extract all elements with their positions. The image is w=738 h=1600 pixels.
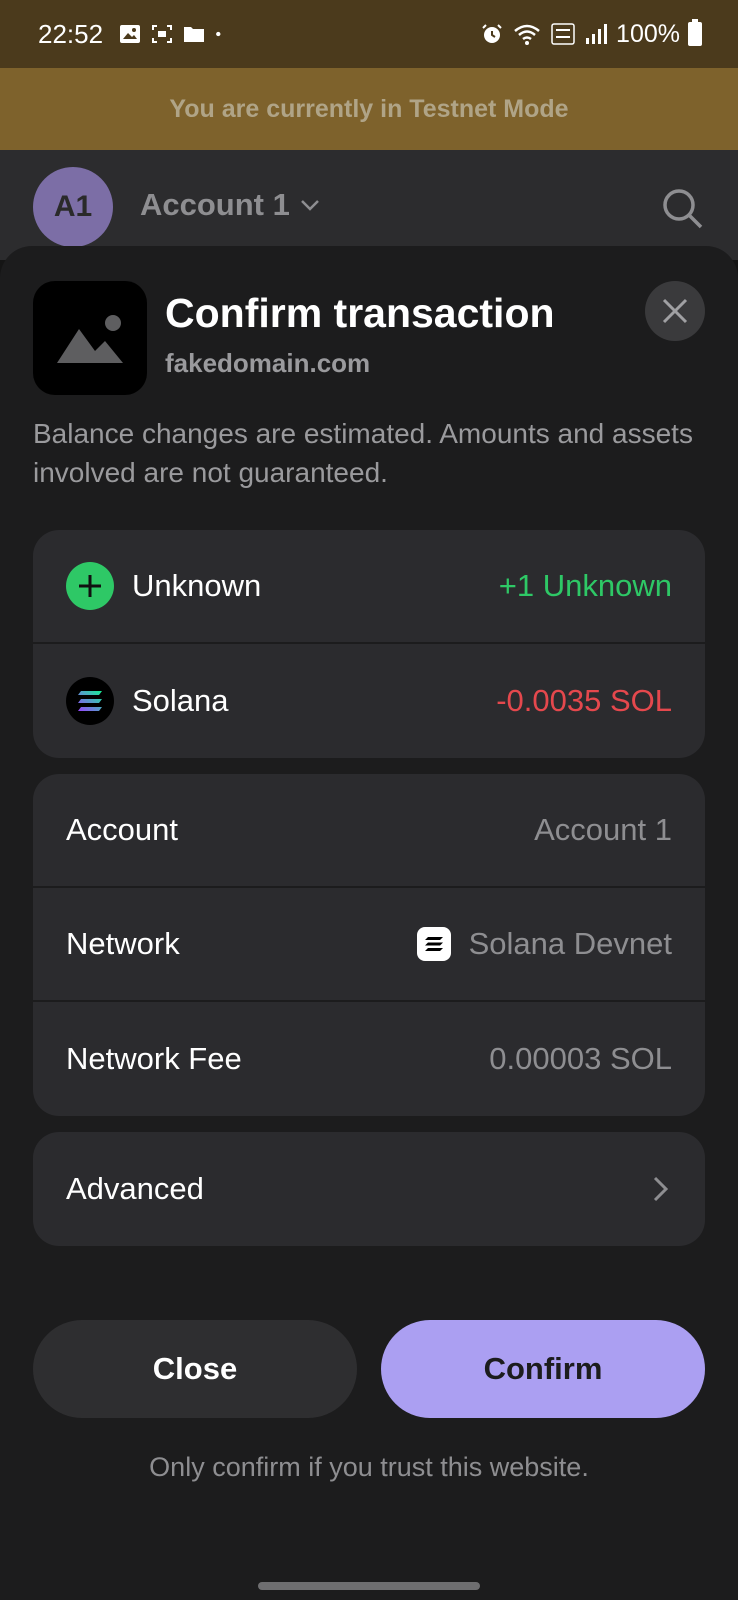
account-name: Account 1 bbox=[140, 187, 290, 222]
testnet-banner: You are currently in Testnet Mode bbox=[0, 68, 738, 150]
volte-icon bbox=[551, 23, 575, 45]
confirm-button[interactable]: Confirm bbox=[381, 1320, 705, 1418]
battery-icon bbox=[688, 19, 702, 46]
balance-changes-card: Unknown +1 Unknown Solana -0.0035 SOL bbox=[33, 530, 705, 758]
image-icon bbox=[120, 25, 141, 43]
balance-change-label: Unknown bbox=[66, 562, 261, 610]
balance-change-row: Solana -0.0035 SOL bbox=[33, 644, 705, 758]
detail-row-account: Account Account 1 bbox=[33, 774, 705, 888]
confirm-transaction-sheet: Confirm transaction fakedomain.com Balan… bbox=[0, 246, 738, 1600]
alarm-icon bbox=[482, 24, 502, 43]
close-icon bbox=[662, 298, 688, 324]
detail-label: Account bbox=[66, 812, 179, 847]
chevron-right-icon bbox=[653, 1176, 669, 1202]
network-name: Solana Devnet bbox=[468, 926, 672, 961]
folder-icon bbox=[184, 27, 205, 42]
site-icon bbox=[33, 281, 147, 395]
solana-devnet-icon bbox=[416, 927, 451, 961]
detail-label: Network bbox=[66, 926, 180, 961]
signal-icon bbox=[586, 24, 608, 44]
detail-value: Account 1 bbox=[534, 812, 672, 847]
dot-icon bbox=[216, 31, 221, 37]
account-avatar[interactable]: A1 bbox=[33, 167, 113, 247]
detail-value-network: Solana Devnet bbox=[416, 926, 672, 962]
detail-value: 0.00003 SOL bbox=[489, 1041, 672, 1076]
screenshot-icon bbox=[152, 25, 173, 43]
asset-name: Unknown bbox=[132, 568, 262, 603]
asset-name: Solana bbox=[132, 683, 229, 718]
status-bar: 22:52 100% bbox=[0, 0, 738, 68]
detail-row-fee: Network Fee 0.00003 SOL bbox=[33, 1002, 705, 1116]
estimate-disclaimer: Balance changes are estimated. Amounts a… bbox=[33, 418, 693, 488]
chevron-down-icon bbox=[300, 200, 319, 211]
account-switcher[interactable]: Account 1 bbox=[140, 187, 322, 223]
status-time: 22:52 bbox=[38, 18, 104, 49]
trust-warning: Only confirm if you trust this website. bbox=[149, 1452, 589, 1482]
balance-change-value: +1 Unknown bbox=[498, 568, 672, 603]
detail-label: Network Fee bbox=[66, 1041, 242, 1076]
plus-icon bbox=[66, 562, 114, 610]
site-domain: fakedomain.com bbox=[165, 348, 371, 378]
search-icon[interactable] bbox=[660, 186, 704, 230]
advanced-label: Advanced bbox=[66, 1171, 204, 1206]
wifi-icon bbox=[514, 24, 540, 45]
close-dialog-button[interactable] bbox=[645, 281, 705, 341]
image-placeholder-icon bbox=[57, 315, 123, 363]
home-indicator[interactable] bbox=[258, 1582, 480, 1590]
transaction-details-card: Account Account 1 Network Solana Devnet … bbox=[33, 774, 705, 1116]
status-right: 100% bbox=[480, 19, 702, 49]
close-button[interactable]: Close bbox=[33, 1320, 357, 1418]
advanced-row[interactable]: Advanced bbox=[33, 1132, 705, 1246]
account-header: A1 Account 1 bbox=[0, 150, 738, 260]
detail-row-network: Network Solana Devnet bbox=[33, 888, 705, 1002]
balance-change-label: Solana bbox=[66, 677, 229, 725]
battery-percentage: 100% bbox=[616, 19, 680, 48]
balance-change-value: -0.0035 SOL bbox=[496, 683, 672, 718]
dialog-title: Confirm transaction bbox=[165, 290, 555, 336]
status-left: 22:52 bbox=[38, 19, 227, 50]
balance-change-row: Unknown +1 Unknown bbox=[33, 530, 705, 644]
solana-icon bbox=[66, 677, 114, 725]
advanced-card[interactable]: Advanced bbox=[33, 1132, 705, 1246]
